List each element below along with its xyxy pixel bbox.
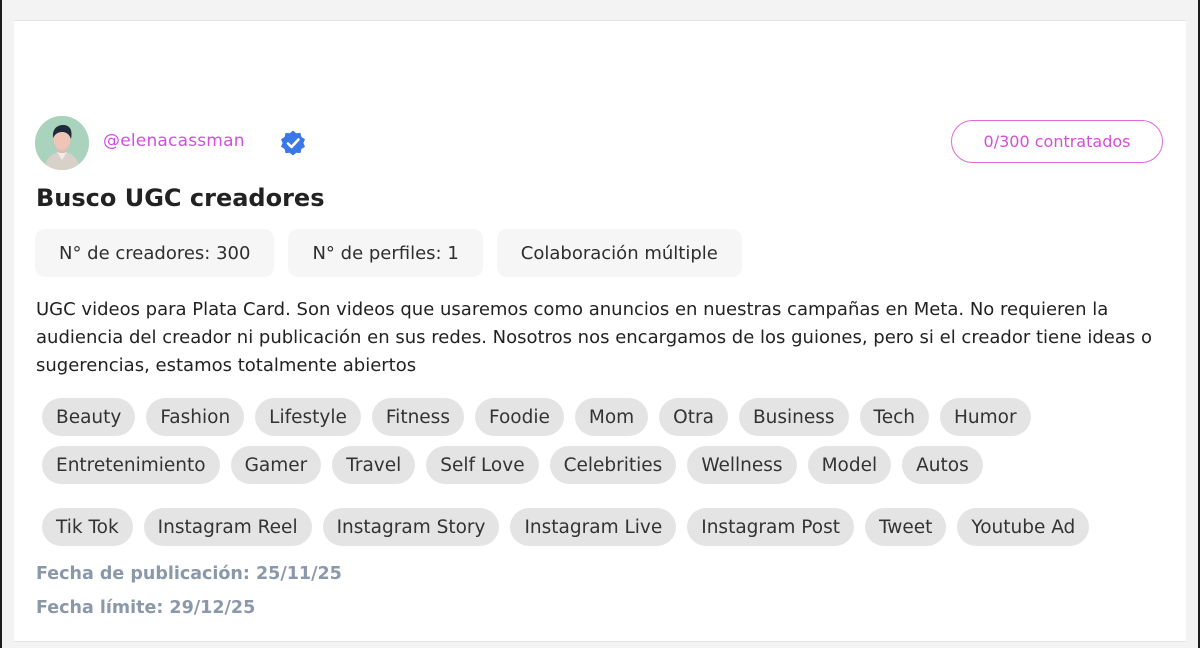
stat-profiles: N° de perfiles: 1 <box>288 229 483 277</box>
avatar[interactable] <box>35 116 89 170</box>
person-icon <box>35 116 89 170</box>
category-tag: Entretenimiento <box>42 446 220 484</box>
format-tag: Youtube Ad <box>957 508 1090 546</box>
verified-badge-icon <box>279 129 307 157</box>
category-tags-row-1: Beauty Fashion Lifestyle Fitness Foodie … <box>42 398 1031 436</box>
format-tags-row: Tik Tok Instagram Reel Instagram Story I… <box>42 508 1090 546</box>
category-tag: Business <box>738 398 849 436</box>
format-tag: Instagram Reel <box>143 508 312 546</box>
category-tag: Humor <box>939 398 1031 436</box>
category-tag: Wellness <box>687 446 797 484</box>
stat-collaboration: Colaboración múltiple <box>496 229 742 277</box>
format-tag: Tweet <box>864 508 947 546</box>
category-tag: Gamer <box>230 446 322 484</box>
format-tag: Tik Tok <box>42 508 133 546</box>
category-tag: Fitness <box>371 398 464 436</box>
campaign-stats: N° de creadores: 300 N° de perfiles: 1 C… <box>35 229 742 277</box>
author-handle[interactable]: @elenacassman <box>103 131 245 151</box>
category-tag: Model <box>807 446 892 484</box>
campaign-card: @elenacassman 0/300 contratados Busco UG… <box>14 20 1186 642</box>
category-tag: Mom <box>574 398 649 436</box>
category-tag: Tech <box>859 398 929 436</box>
category-tag: Autos <box>902 446 983 484</box>
category-tags-row-2: Entretenimiento Gamer Travel Self Love C… <box>42 446 983 484</box>
campaign-description: UGC videos para Plata Card. Son videos q… <box>36 299 1152 376</box>
stat-creators: N° de creadores: 300 <box>35 229 275 277</box>
category-tag: Travel <box>332 446 416 484</box>
campaign-title: Busco UGC creadores <box>36 184 325 212</box>
page-frame: @elenacassman 0/300 contratados Busco UG… <box>2 0 1198 648</box>
publication-date: Fecha de publicación: 25/11/25 <box>36 564 342 584</box>
category-tag: Celebrities <box>549 446 677 484</box>
category-tag: Self Love <box>426 446 539 484</box>
format-tag: Instagram Post <box>687 508 854 546</box>
format-tag: Instagram Story <box>322 508 500 546</box>
category-tag: Otra <box>659 398 728 436</box>
format-tag: Instagram Live <box>510 508 677 546</box>
category-tag: Beauty <box>42 398 136 436</box>
hired-count-badge[interactable]: 0/300 contratados <box>951 120 1163 163</box>
deadline-date: Fecha límite: 29/12/25 <box>36 598 256 618</box>
category-tag: Lifestyle <box>255 398 361 436</box>
category-tag: Fashion <box>146 398 245 436</box>
category-tag: Foodie <box>474 398 564 436</box>
